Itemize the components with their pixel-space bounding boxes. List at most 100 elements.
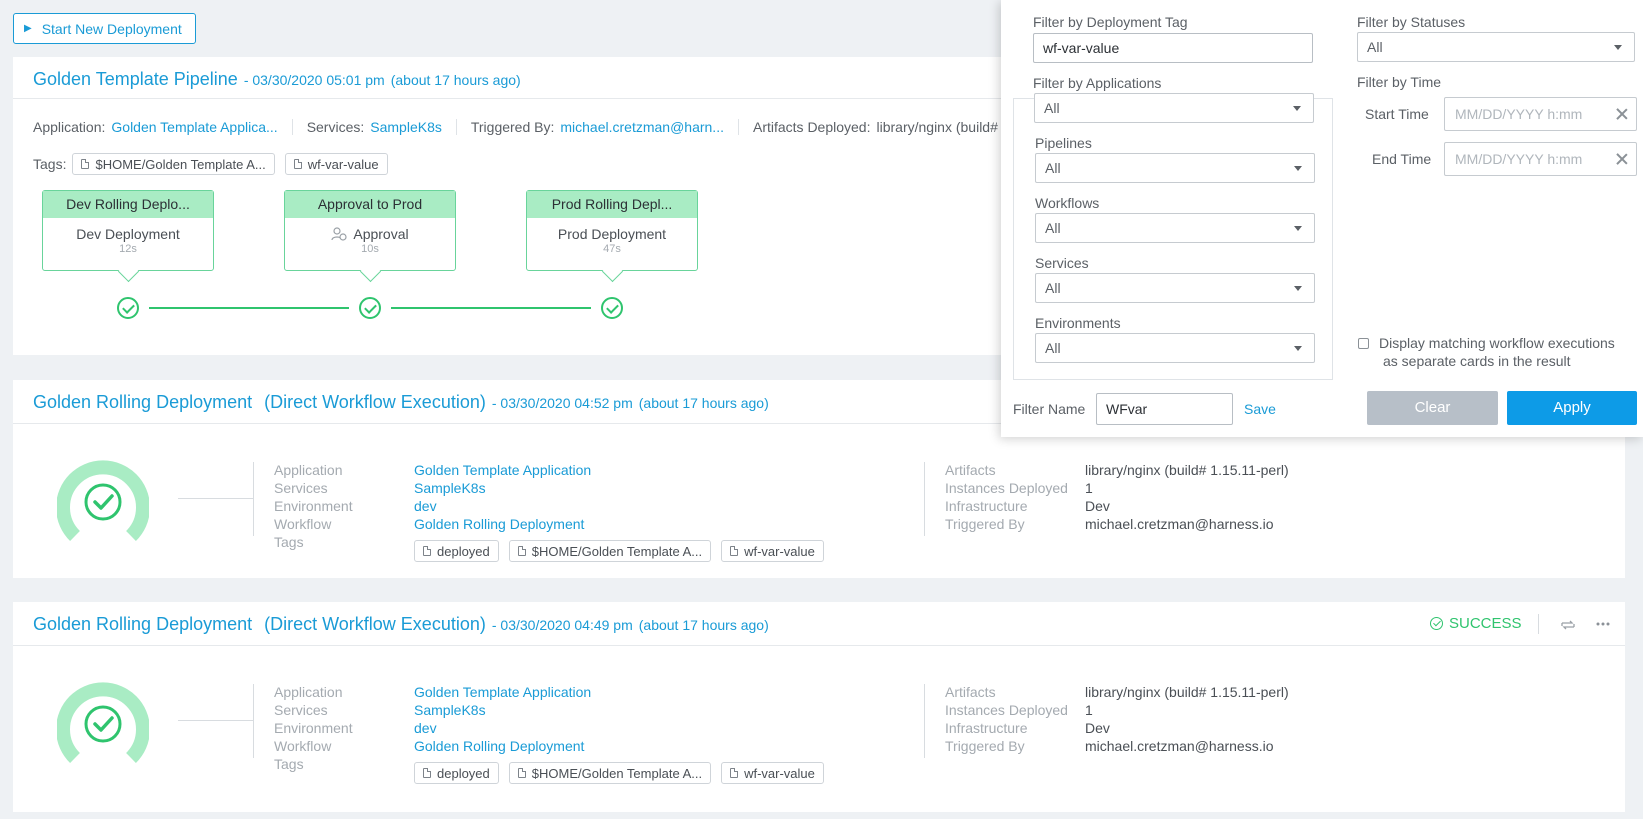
more-options-icon[interactable] <box>1595 616 1611 632</box>
apply-button[interactable]: Apply <box>1507 391 1637 425</box>
clear-button[interactable]: Clear <box>1367 391 1498 425</box>
start-time-input[interactable]: MM/DD/YYYY h:mm <box>1444 97 1637 131</box>
pipeline-stage-approval[interactable]: Approval to Prod Approval 10s <box>284 190 456 283</box>
services-link[interactable]: SampleK8s <box>414 702 486 718</box>
header-divider <box>1538 614 1539 634</box>
filter-name-input[interactable] <box>1096 393 1233 425</box>
workflow-tags: deployed $HOME/Golden Template A... wf-v… <box>414 540 834 562</box>
date-placeholder: MM/DD/YYYY h:mm <box>1455 106 1583 122</box>
document-icon <box>293 159 302 169</box>
clear-icon[interactable] <box>1616 153 1628 165</box>
tag-chip[interactable]: $HOME/Golden Template A... <box>508 540 712 562</box>
application-link[interactable]: Golden Template Application <box>414 684 591 700</box>
detail-divider <box>253 462 254 536</box>
time-filter-label: Filter by Time <box>1357 74 1442 90</box>
tag-chip[interactable]: wf-var-value <box>284 153 388 175</box>
triggered-by-label: Triggered By <box>945 516 1025 532</box>
artifacts-deployed-value: library/nginx (build# 1 <box>876 119 1010 135</box>
caret-down-icon <box>1294 166 1302 171</box>
document-icon <box>423 768 431 778</box>
environment-link[interactable]: dev <box>414 720 437 736</box>
tag-text: $HOME/Golden Template A... <box>531 765 703 781</box>
tags-label: Tags: <box>33 156 67 172</box>
workflows-select[interactable]: All <box>1035 213 1315 243</box>
check-circle-icon <box>359 297 381 319</box>
stage-header: Dev Rolling Deplo... <box>43 191 213 218</box>
date-placeholder: MM/DD/YYYY h:mm <box>1455 151 1583 167</box>
services-label: Services <box>274 480 328 496</box>
environment-link[interactable]: dev <box>414 498 437 514</box>
clear-icon[interactable] <box>1616 108 1628 120</box>
tag-chip[interactable]: $HOME/Golden Template A... <box>508 762 712 784</box>
workflow-execution-card: Golden Rolling Deployment (Direct Workfl… <box>13 602 1625 812</box>
tag-chip[interactable]: deployed <box>414 762 499 784</box>
statuses-select[interactable]: All <box>1357 32 1635 62</box>
triggered-by-value: michael.cretzman@harness.io <box>1085 738 1274 754</box>
workflow-title[interactable]: Golden Rolling Deployment <box>33 392 252 413</box>
triggered-by-label: Triggered By: <box>470 119 555 135</box>
tag-chip[interactable]: wf-var-value <box>721 762 824 784</box>
application-link[interactable]: Golden Template Application <box>414 462 591 478</box>
document-icon <box>730 768 739 778</box>
pipelines-label: Pipelines <box>1035 135 1092 151</box>
environments-select[interactable]: All <box>1035 333 1315 363</box>
start-new-deployment-button[interactable]: ▶ Start New Deployment <box>13 13 196 44</box>
start-new-deployment-label: Start New Deployment <box>41 20 182 37</box>
workflow-label: Workflow <box>274 516 332 532</box>
workflow-link[interactable]: Golden Rolling Deployment <box>414 738 584 754</box>
pipelines-select[interactable]: All <box>1035 153 1315 183</box>
application-link[interactable]: Golden Template Applica... <box>111 119 277 135</box>
document-icon <box>517 546 526 556</box>
pipeline-stage-prod[interactable]: Prod Rolling Depl... Prod Deployment 47s <box>526 190 698 283</box>
detail-divider <box>253 684 254 758</box>
check-circle-icon <box>601 297 623 319</box>
select-value: All <box>1045 280 1061 296</box>
pipeline-connector <box>391 307 591 309</box>
triggered-by-link[interactable]: michael.cretzman@harn... <box>560 119 724 135</box>
workflow-title[interactable]: Golden Rolling Deployment <box>33 614 252 635</box>
workflow-title-suffix: (Direct Workflow Execution) <box>264 392 486 412</box>
tag-text: deployed <box>437 543 490 559</box>
pipeline-stage-dev[interactable]: Dev Rolling Deplo... Dev Deployment 12s <box>42 190 214 283</box>
save-filter-link[interactable]: Save <box>1244 401 1276 417</box>
status-text: SUCCESS <box>1449 615 1522 632</box>
triggered-by-label: Triggered By <box>945 738 1025 754</box>
tag-chip[interactable]: wf-var-value <box>721 540 824 562</box>
infrastructure-label: Infrastructure <box>945 498 1028 514</box>
applications-select[interactable]: All <box>1034 93 1314 123</box>
workflow-link[interactable]: Golden Rolling Deployment <box>414 516 584 532</box>
pipeline-connector <box>149 307 349 309</box>
caret-down-icon <box>1293 106 1301 111</box>
tag-chip[interactable]: deployed <box>414 540 499 562</box>
workflow-title-row: Golden Rolling Deployment (Direct Workfl… <box>33 614 769 635</box>
deployment-tag-input[interactable] <box>1033 33 1313 63</box>
stage-header: Approval to Prod <box>285 191 455 218</box>
caret-down-icon <box>1294 286 1302 291</box>
filter-name-label: Filter Name <box>1013 401 1086 417</box>
services-select[interactable]: All <box>1035 273 1315 303</box>
stage-name: Approval <box>353 226 409 242</box>
select-value: All <box>1045 160 1061 176</box>
meta-separator <box>291 119 293 135</box>
services-link[interactable]: SampleK8s <box>370 119 442 135</box>
tag-chip[interactable]: $HOME/Golden Template A... <box>72 153 275 175</box>
instances-deployed-value: 1 <box>1085 480 1093 496</box>
pipeline-timestamp: - 03/30/2020 05:01 pm <box>243 72 385 88</box>
services-link[interactable]: SampleK8s <box>414 480 486 496</box>
instances-deployed-label: Instances Deployed <box>945 702 1068 718</box>
artifacts-label: Artifacts <box>945 684 996 700</box>
tag-text: $HOME/Golden Template A... <box>531 543 703 559</box>
separate-cards-checkbox[interactable] <box>1358 338 1369 349</box>
tag-text: $HOME/Golden Template A... <box>95 156 266 172</box>
artifacts-deployed-label: Artifacts Deployed: <box>752 119 871 135</box>
separate-cards-label: Display matching workflow executions <box>1379 335 1615 351</box>
play-icon: ▶ <box>24 23 32 34</box>
artifacts-value: library/nginx (build# 1.15.11-perl) <box>1085 462 1289 478</box>
tags-label: Tags <box>274 534 304 550</box>
pipeline-title[interactable]: Golden Template Pipeline <box>33 69 238 90</box>
select-value: All <box>1045 220 1061 236</box>
end-time-input[interactable]: MM/DD/YYYY h:mm <box>1444 142 1637 176</box>
detail-divider <box>924 462 925 536</box>
environment-label: Environment <box>274 720 353 736</box>
rerun-icon[interactable] <box>1560 617 1576 633</box>
